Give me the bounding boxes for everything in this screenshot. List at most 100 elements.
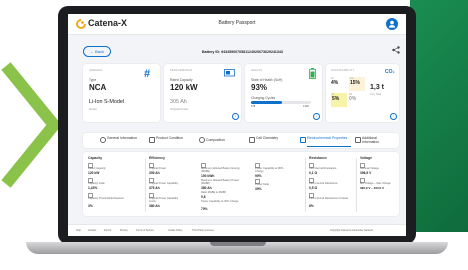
co2-icon: CO₂ xyxy=(385,69,395,75)
electrochemical-panel: Capacity Efficiency Resistance Voltage R… xyxy=(83,152,399,216)
metric-label: Maximum Allowed Battery Power (MABP) xyxy=(201,179,239,186)
metric-label: Power Capability at 20% Charge xyxy=(201,200,239,203)
tab-additional-information[interactable]: Additional Information xyxy=(362,136,394,144)
metric-value: 30% xyxy=(255,187,262,191)
soh-label: State of Health (SoH) xyxy=(251,78,283,82)
metric-label: Cell Internal Resistance xyxy=(309,167,337,170)
metric-label: Maximum Allowed Battery Energy (MABE) xyxy=(201,167,240,174)
active-tab-indicator xyxy=(307,146,351,147)
metric-value: 396,9 V xyxy=(360,171,372,175)
original-label: Original Power xyxy=(170,107,189,111)
card-general: GENERAL # Type NCA Li-Ion S-Model Model xyxy=(83,64,160,122)
back-label: Back xyxy=(95,49,105,54)
soh-value: 93% xyxy=(251,83,268,92)
metric-label: Pack Internal Resistance Increase xyxy=(309,197,349,200)
tab-composition[interactable]: Composition xyxy=(206,138,225,142)
info-icon[interactable]: i xyxy=(313,113,320,120)
battery-id: Battery ID: 9434590070581124920673629241… xyxy=(202,50,283,54)
cycles-max: 1300 xyxy=(303,105,309,108)
footer-link-contact[interactable]: Contact xyxy=(88,229,96,232)
monitor-icon xyxy=(224,69,235,77)
card-sustainability-label: SUSTAINABILITY xyxy=(331,69,355,72)
metric-value: 0,6 xyxy=(201,195,206,199)
rated-value: 120 kW xyxy=(170,83,198,92)
info-icon[interactable]: i xyxy=(232,113,239,120)
metric-value: 3% xyxy=(88,204,93,208)
type-label: Type xyxy=(89,78,97,82)
metric-label: Power Capability at 80% Charge xyxy=(255,167,284,174)
metric-value: 1,43% xyxy=(88,186,98,190)
co2-label: CO₂ Total xyxy=(370,93,382,96)
metric-value: 396,9 V – 400,5 V xyxy=(360,186,385,190)
metric-value: 70% xyxy=(201,207,208,211)
type-value: NCA xyxy=(89,83,107,92)
green-chevron-graphic xyxy=(1,62,60,188)
tab-product-condition[interactable]: Product Condition xyxy=(156,136,184,140)
card-general-label: GENERAL xyxy=(89,69,103,72)
info-icon[interactable]: i xyxy=(390,113,397,120)
metric-label: Original Power xyxy=(149,167,167,170)
model-value: Li-Ion S-Model xyxy=(89,99,125,105)
document-icon xyxy=(355,137,361,143)
metric-value: 380 Ah xyxy=(201,186,212,190)
metric-label: Min Voltage – Max Voltage xyxy=(360,182,391,185)
metric-value: 100 kWh xyxy=(201,174,215,178)
green-accent-block xyxy=(410,0,468,232)
tab-electrochemical-properties[interactable]: Electrochemical Properties xyxy=(307,136,351,140)
footer-link-terms[interactable]: Terms of Service xyxy=(136,229,154,232)
material-value: 4% xyxy=(331,80,339,86)
metric-label: Capacity Threshold Exhaustion xyxy=(88,197,124,200)
footer-link-imprint[interactable]: Imprint xyxy=(104,229,111,232)
cycles-current: 678 xyxy=(251,105,256,108)
section-tabs: General Information Product Condition Co… xyxy=(83,133,399,148)
metric-value: 120 kW xyxy=(88,171,100,175)
laptop-notch xyxy=(210,242,266,246)
info-icon xyxy=(100,137,106,143)
tab-general-information[interactable]: General Information xyxy=(107,136,137,140)
card-health-label: HEALTH xyxy=(251,69,263,72)
top-bar: Catena-X Battery Passport xyxy=(68,14,406,35)
battery-icon xyxy=(309,68,316,79)
user-avatar[interactable] xyxy=(386,18,398,30)
footer-copyright: Copyright Catena-X Automotive Network xyxy=(330,229,373,232)
divider xyxy=(356,158,357,212)
material-cell: Ni 4% xyxy=(331,77,347,91)
material-value: 0% xyxy=(349,96,357,102)
back-button[interactable]: ← Back xyxy=(83,46,111,57)
metric-value: 90% xyxy=(255,174,262,178)
material-value: 15% xyxy=(350,80,361,86)
material-cell: Li 5% xyxy=(331,93,347,107)
divider xyxy=(305,158,306,212)
app-screen: Catena-X Battery Passport ← Back Battery… xyxy=(68,14,406,236)
cycles-progress-fill xyxy=(251,101,283,104)
material-cell: Co 15% xyxy=(349,77,365,91)
page-title: Battery Passport xyxy=(218,20,256,26)
metric-value: 0,5 Ω xyxy=(309,186,318,190)
group-resistance-heading: Resistance xyxy=(309,156,327,160)
tab-cell-chemistry[interactable]: Cell Chemistry xyxy=(256,136,280,140)
metric-value: 305 Ah xyxy=(149,171,160,175)
metric-value: 380 Ah xyxy=(149,204,160,208)
card-performance-label: PERFORMANCE xyxy=(170,69,193,72)
metric-value: 375 Ah xyxy=(149,186,160,190)
card-performance: PERFORMANCE Rated Capacity 120 kW 305 Ah… xyxy=(164,64,241,122)
metric-label: Power Fade xyxy=(255,183,269,186)
divider xyxy=(145,158,146,212)
footer-link-licenses[interactable]: Third Party Licenses xyxy=(192,229,214,232)
hash-icon: # xyxy=(144,68,151,80)
material-cell: Pb 0% xyxy=(349,93,365,107)
gear-icon xyxy=(199,137,205,143)
footer-link-help[interactable]: Help xyxy=(76,229,81,232)
group-voltage-heading: Voltage xyxy=(360,156,372,160)
user-icon xyxy=(388,20,396,28)
metric-value: 8% xyxy=(309,204,314,208)
material-value: 5% xyxy=(332,96,340,102)
footer-link-cookie[interactable]: Cookie Policy xyxy=(168,229,182,232)
bolt-icon xyxy=(300,137,306,143)
metric-label: Original Power Capability xyxy=(149,182,179,185)
share-icon[interactable] xyxy=(392,46,400,54)
footer-link-privacy[interactable]: Privacy xyxy=(120,229,128,232)
card-sustainability: SUSTAINABILITY CO₂ Ni 4% Co 15% Li 5% Pb… xyxy=(326,64,399,122)
group-efficiency-heading: Efficiency xyxy=(149,156,166,160)
metric-label: Ratio MABE to MABP xyxy=(201,191,227,194)
